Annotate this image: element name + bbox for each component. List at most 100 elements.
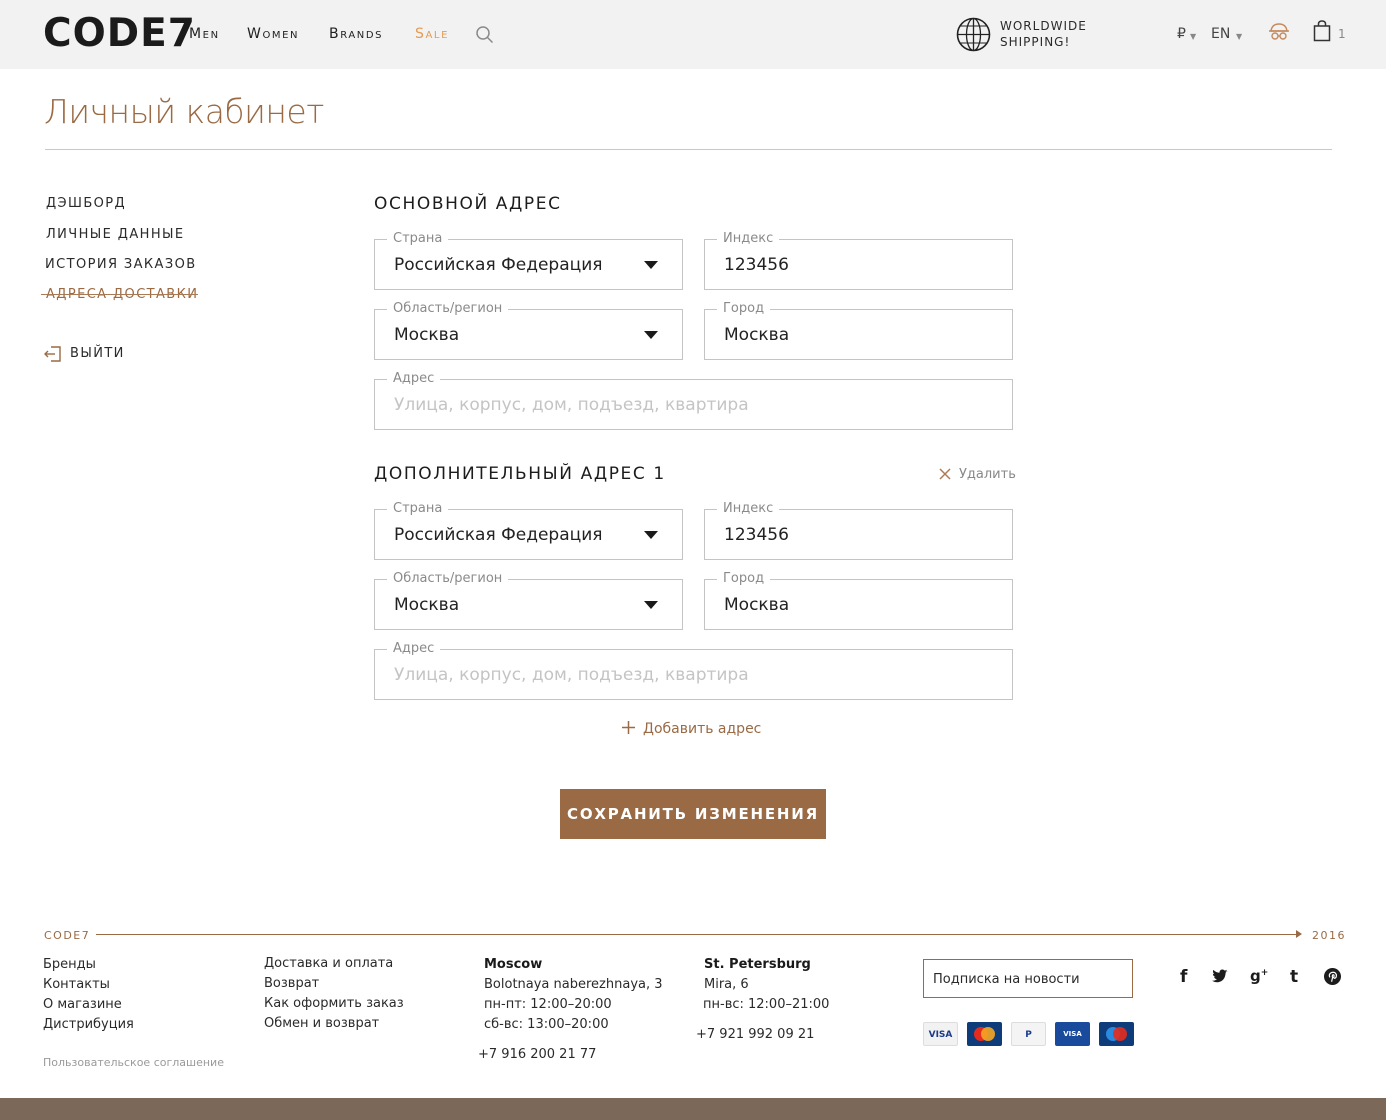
city-label: Город — [717, 571, 771, 587]
paypal-icon: P — [1011, 1022, 1046, 1046]
zip-field[interactable]: Индекс 123456 — [704, 231, 1013, 290]
moscow-city: Moscow — [484, 957, 543, 972]
footer-link-returns[interactable]: Возврат — [264, 976, 319, 991]
active-strike-line — [41, 294, 198, 295]
sidebar-item-order-history[interactable]: ИСТОРИЯ ЗАКАЗОВ — [45, 257, 197, 272]
address-field[interactable]: Адрес Улица, корпус, дом, подъезд, кварт… — [374, 371, 1013, 430]
currency-selector[interactable]: ₽ — [1177, 26, 1186, 42]
arrow-right-icon — [1296, 930, 1302, 938]
extra-address-title: ДОПОЛНИТЕЛЬНЫЙ АДРЕС 1 — [374, 464, 666, 484]
moscow-phone[interactable]: +7 916 200 21 77 — [478, 1047, 596, 1062]
zip-label: Индекс — [717, 501, 780, 517]
sidebar-item-personal-data[interactable]: ЛИЧНЫЕ ДАННЫЕ — [46, 227, 185, 242]
footer-link-contacts[interactable]: Контакты — [43, 977, 110, 992]
primary-address-title: ОСНОВНОЙ АДРЕС — [374, 194, 562, 214]
moscow-address: Bolotnaya naberezhnaya, 3 — [484, 977, 663, 992]
footer-link-how-to-order[interactable]: Как оформить заказ — [264, 996, 404, 1011]
footer-link-distribution[interactable]: Дистрибуция — [43, 1017, 134, 1032]
footer-link-exchange[interactable]: Обмен и возврат — [264, 1016, 379, 1031]
region-select[interactable]: Область/регион Москва — [374, 301, 683, 360]
close-icon[interactable] — [938, 467, 952, 481]
spb-hours: пн-вс: 12:00–21:00 — [703, 997, 830, 1012]
city-field[interactable]: Город Москва — [704, 301, 1013, 360]
mastercard-icon — [967, 1022, 1002, 1046]
extra-region-select[interactable]: Область/регион Москва — [374, 571, 683, 630]
dropdown-arrow-icon — [644, 261, 658, 269]
save-changes-button[interactable]: СОХРАНИТЬ ИЗМЕНЕНИЯ — [560, 789, 826, 839]
visa-electron-icon: VISA — [1055, 1022, 1090, 1046]
city-value: Москва — [724, 595, 790, 615]
logo[interactable]: CODE7 — [43, 14, 196, 54]
language-selector[interactable]: EN — [1211, 26, 1230, 42]
spb-city: St. Petersburg — [704, 957, 811, 972]
sidebar-item-dashboard[interactable]: ДЭШБОРД — [46, 196, 126, 211]
footer-brand: CODE7 — [44, 929, 91, 942]
twitter-icon[interactable] — [1212, 969, 1229, 983]
nav-brands[interactable]: Brands — [329, 26, 383, 42]
page-title: Личный кабинет — [44, 92, 324, 131]
spb-phone[interactable]: +7 921 992 09 21 — [696, 1027, 814, 1042]
title-divider — [45, 149, 1332, 150]
extra-city-field[interactable]: Город Москва — [704, 571, 1013, 630]
language-chevron-icon: ▼ — [1236, 32, 1243, 41]
footer-link-brands[interactable]: Бренды — [43, 957, 96, 972]
maestro-icon — [1099, 1022, 1134, 1046]
search-icon[interactable] — [476, 26, 494, 44]
extra-address-field[interactable]: Адрес Улица, корпус, дом, подъезд, кварт… — [374, 641, 1013, 700]
logout-icon[interactable] — [44, 346, 62, 362]
nav-sale[interactable]: Sale — [415, 26, 449, 42]
dropdown-arrow-icon — [644, 331, 658, 339]
city-label: Город — [717, 301, 771, 317]
address-placeholder: Улица, корпус, дом, подъезд, квартира — [394, 395, 749, 415]
add-address-button[interactable]: Добавить адрес — [643, 721, 761, 737]
region-label: Область/регион — [387, 301, 509, 317]
user-agreement-link[interactable]: Пользовательское соглашение — [43, 1056, 224, 1069]
moscow-hours-weekdays: пн-пт: 12:00–20:00 — [484, 997, 612, 1012]
region-label: Область/регион — [387, 571, 509, 587]
region-value: Москва — [394, 325, 460, 345]
plus-icon[interactable] — [622, 721, 635, 734]
cart-count: 1 — [1338, 27, 1346, 41]
address-placeholder: Улица, корпус, дом, подъезд, квартира — [394, 665, 749, 685]
country-value: Российская Федерация — [394, 525, 603, 545]
bottom-bar — [0, 1098, 1386, 1120]
pinterest-icon[interactable] — [1324, 968, 1341, 985]
zip-value: 123456 — [724, 255, 789, 275]
city-value: Москва — [724, 325, 790, 345]
zip-label: Индекс — [717, 231, 780, 247]
country-label: Страна — [387, 231, 449, 247]
newsletter-placeholder: Подписка на новости — [933, 972, 1080, 987]
spb-address: Mira, 6 — [704, 977, 749, 992]
remove-address-button[interactable]: Удалить — [959, 467, 1016, 482]
logout-button[interactable]: ВЫЙТИ — [70, 346, 125, 361]
country-select[interactable]: Страна Российская Федерация — [374, 231, 683, 290]
user-incognito-icon[interactable] — [1268, 21, 1290, 43]
region-value: Москва — [394, 595, 460, 615]
footer-year: 2016 — [1312, 929, 1346, 942]
dropdown-arrow-icon — [644, 531, 658, 539]
cart-bag-icon[interactable] — [1313, 20, 1331, 42]
address-label: Адрес — [387, 371, 441, 387]
newsletter-subscribe-field[interactable]: Подписка на новости — [923, 959, 1133, 998]
nav-men[interactable]: Men — [189, 26, 220, 42]
footer-link-delivery[interactable]: Доставка и оплата — [264, 956, 393, 971]
google-plus-icon[interactable]: g+ — [1250, 967, 1268, 985]
currency-chevron-icon: ▼ — [1190, 32, 1197, 41]
tumblr-icon[interactable]: t — [1290, 967, 1298, 987]
globe-icon — [956, 17, 991, 52]
visa-icon: VISA — [923, 1022, 958, 1046]
moscow-hours-weekend: сб-вс: 13:00–20:00 — [484, 1017, 609, 1032]
footer-line — [96, 934, 1299, 935]
shipping-text-line2: SHIPPING! — [1000, 35, 1071, 49]
footer-link-about[interactable]: О магазине — [43, 997, 122, 1012]
dropdown-arrow-icon — [644, 601, 658, 609]
country-label: Страна — [387, 501, 449, 517]
extra-country-select[interactable]: Страна Российская Федерация — [374, 501, 683, 560]
extra-zip-field[interactable]: Индекс 123456 — [704, 501, 1013, 560]
facebook-icon[interactable]: f — [1180, 967, 1187, 987]
zip-value: 123456 — [724, 525, 789, 545]
country-value: Российская Федерация — [394, 255, 603, 275]
address-label: Адрес — [387, 641, 441, 657]
shipping-text-line1: WORLDWIDE — [1000, 19, 1087, 33]
nav-women[interactable]: Women — [247, 26, 299, 42]
